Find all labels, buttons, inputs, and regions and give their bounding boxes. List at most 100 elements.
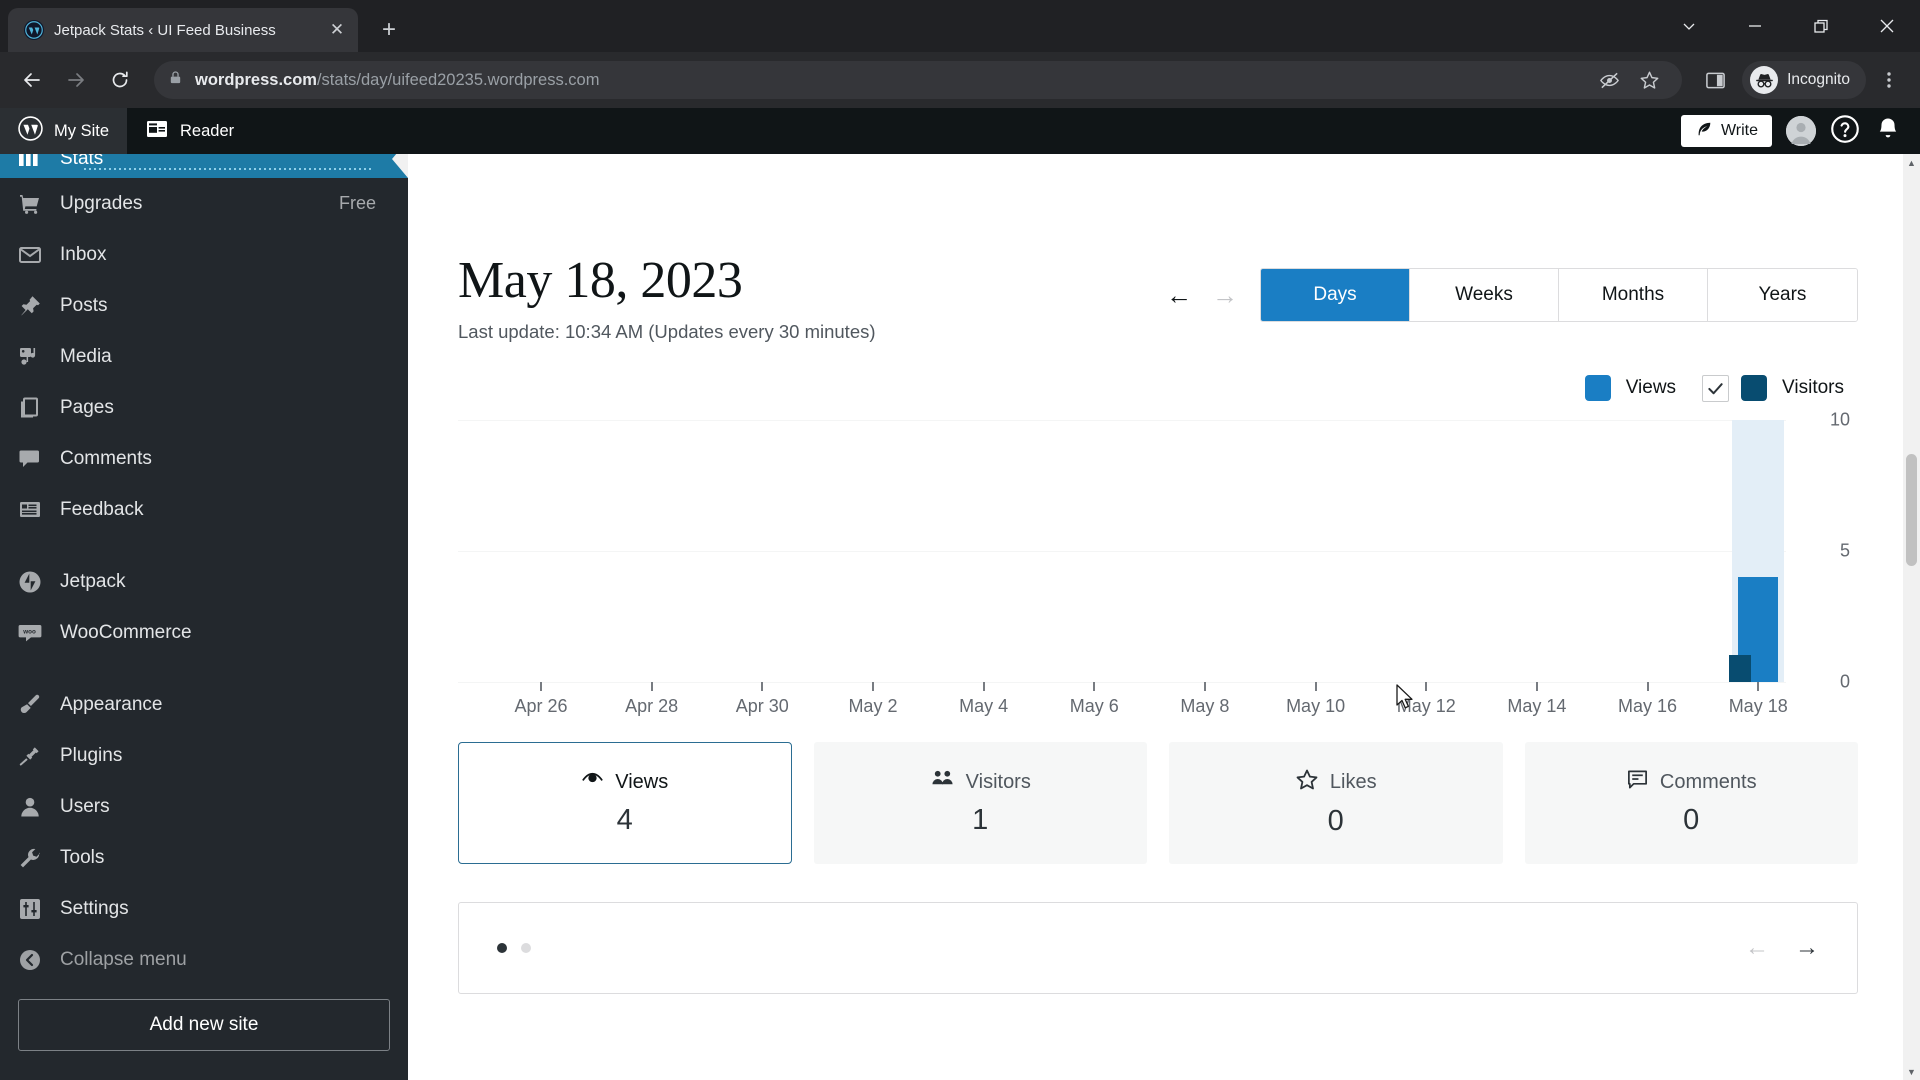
chevron-down-icon[interactable]: [1656, 0, 1722, 52]
sidebar-item-plugins[interactable]: Plugins: [0, 730, 408, 781]
chart-bar-group[interactable]: [735, 420, 790, 682]
sidebar-item-tools[interactable]: Tools: [0, 832, 408, 883]
reader-button[interactable]: Reader: [127, 108, 252, 154]
chart-x-slot: [790, 682, 845, 720]
chart-bar-group[interactable]: [1675, 420, 1730, 682]
next-period-button[interactable]: →: [1212, 282, 1238, 308]
close-icon[interactable]: [1854, 0, 1920, 52]
carousel-dot[interactable]: [521, 942, 531, 953]
carousel-dot[interactable]: [497, 942, 507, 953]
browser-tab[interactable]: Jetpack Stats ‹ UI Feed Business ✕: [8, 8, 358, 52]
forward-arrow-icon[interactable]: [56, 60, 96, 100]
tab-days[interactable]: Days: [1261, 269, 1410, 321]
scrollbar-up-arrow[interactable]: ▲: [1903, 154, 1920, 171]
back-arrow-icon[interactable]: [12, 60, 52, 100]
sidebar-item-label: Pages: [60, 396, 114, 418]
chart-x-tick: [1203, 681, 1206, 691]
sidebar-item-inbox[interactable]: Inbox: [0, 229, 408, 280]
sidebar-item-settings[interactable]: Settings: [0, 883, 408, 934]
sidebar-item-users[interactable]: Users: [0, 781, 408, 832]
sidebar-item-comments[interactable]: Comments: [0, 433, 408, 484]
chart-x-tick-label: Apr 26: [514, 695, 568, 716]
page-scrollbar[interactable]: ▲ ▼: [1903, 154, 1920, 1080]
avatar-icon[interactable]: [1786, 116, 1816, 146]
chart-bar-group[interactable]: [1454, 420, 1509, 682]
chart-bar-group[interactable]: [956, 420, 1011, 682]
chart-bar-group[interactable]: [1343, 420, 1398, 682]
carousel-next-button[interactable]: →: [1795, 935, 1819, 960]
address-bar[interactable]: wordpress.com/stats/day/uifeed20235.word…: [154, 61, 1683, 99]
chart-bar-group[interactable]: [1067, 420, 1122, 682]
minimize-icon[interactable]: [1722, 0, 1788, 52]
add-new-site-button[interactable]: Add new site: [18, 999, 390, 1051]
chart-x-tick: [1646, 681, 1649, 691]
sidebar-item-feedback[interactable]: Feedback: [0, 484, 408, 535]
previous-period-button[interactable]: ←: [1166, 282, 1192, 308]
sidebar-item-woocommerce[interactable]: woo WooCommerce: [0, 607, 408, 658]
sidebar-item-jetpack[interactable]: Jetpack: [0, 556, 408, 607]
stat-card-visitors[interactable]: Visitors 1: [813, 741, 1147, 864]
people-icon: [930, 768, 955, 796]
site-sidebar: Stats Upgrades Free Inbox Posts Media Pa…: [0, 154, 408, 1080]
chart-bar-group[interactable]: [513, 420, 568, 682]
scrollbar-thumb[interactable]: [1906, 454, 1917, 566]
stat-card-value: 1: [972, 804, 989, 837]
reload-icon[interactable]: [100, 60, 140, 100]
tab-weeks[interactable]: Weeks: [1410, 269, 1559, 321]
tab-years[interactable]: Years: [1708, 269, 1857, 321]
side-panel-icon[interactable]: [1696, 61, 1734, 99]
chart-bar-group[interactable]: [1509, 420, 1564, 682]
stat-card-comments[interactable]: Comments 0: [1524, 741, 1858, 864]
sidebar-item-label: Feedback: [60, 498, 144, 520]
carousel-previous-button[interactable]: ←: [1745, 935, 1769, 960]
sidebar-item-upgrades[interactable]: Upgrades Free: [0, 178, 408, 229]
incognito-profile-button[interactable]: Incognito: [1742, 61, 1866, 99]
chart-bar-group[interactable]: [1177, 420, 1232, 682]
stat-card-likes[interactable]: Likes 0: [1169, 741, 1503, 864]
chart-bar-group[interactable]: [1399, 420, 1454, 682]
sidebar-item-label: Media: [60, 345, 112, 367]
maximize-icon[interactable]: [1788, 0, 1854, 52]
sidebar-item-badge: Free: [338, 193, 376, 213]
incognito-label: Incognito: [1787, 71, 1850, 88]
chart-x-slot: May 8: [1177, 681, 1232, 720]
sidebar-item-posts[interactable]: Posts: [0, 280, 408, 331]
write-button[interactable]: Write: [1680, 115, 1772, 147]
wordpress-icon: [24, 20, 44, 40]
visitors-legend-checkbox[interactable]: [1702, 374, 1730, 402]
sidebar-item-appearance[interactable]: Appearance: [0, 679, 408, 730]
sidebar-item-stats[interactable]: Stats: [0, 154, 408, 178]
chart-bar-group[interactable]: [1288, 420, 1343, 682]
new-tab-button[interactable]: +: [372, 13, 406, 47]
sidebar-item-pages[interactable]: Pages: [0, 382, 408, 433]
chart-bar-group[interactable]: [845, 420, 900, 682]
my-site-button[interactable]: My Site: [0, 108, 128, 154]
chart-bar-group[interactable]: [1011, 420, 1066, 682]
sidebar-item-collapse-menu[interactable]: Collapse menu: [0, 934, 408, 985]
chart-bar-group[interactable]: [624, 420, 679, 682]
scrollbar-down-arrow[interactable]: ▼: [1903, 1063, 1920, 1080]
chart-x-tick-label: May 10: [1286, 695, 1346, 716]
three-dot-menu-icon[interactable]: [1870, 61, 1908, 99]
chart-bar-group[interactable]: [1729, 419, 1786, 682]
bell-icon[interactable]: [1874, 115, 1902, 148]
svg-text:woo: woo: [22, 628, 36, 635]
chart-bar-group[interactable]: [1122, 420, 1177, 682]
chart-bar-group[interactable]: [1620, 420, 1675, 682]
sidebar-item-media[interactable]: Media: [0, 331, 408, 382]
close-icon[interactable]: ✕: [326, 19, 348, 41]
sidebar-item-label: Comments: [60, 447, 152, 469]
chart-bar-group[interactable]: [569, 420, 624, 682]
eye-slash-icon[interactable]: [1590, 61, 1628, 99]
chart-bar-group[interactable]: [458, 420, 513, 682]
chart-bar-group[interactable]: [679, 420, 734, 682]
chart-bar-group[interactable]: [790, 420, 845, 682]
chart-bar-group[interactable]: [1233, 420, 1288, 682]
help-icon[interactable]: [1830, 114, 1860, 149]
sidebar-item-label: Inbox: [60, 243, 107, 265]
stat-card-views[interactable]: Views 4: [458, 741, 792, 864]
star-icon[interactable]: [1630, 61, 1668, 99]
chart-bar-group[interactable]: [901, 420, 956, 682]
tab-months[interactable]: Months: [1559, 269, 1708, 321]
chart-bar-group[interactable]: [1565, 420, 1620, 682]
